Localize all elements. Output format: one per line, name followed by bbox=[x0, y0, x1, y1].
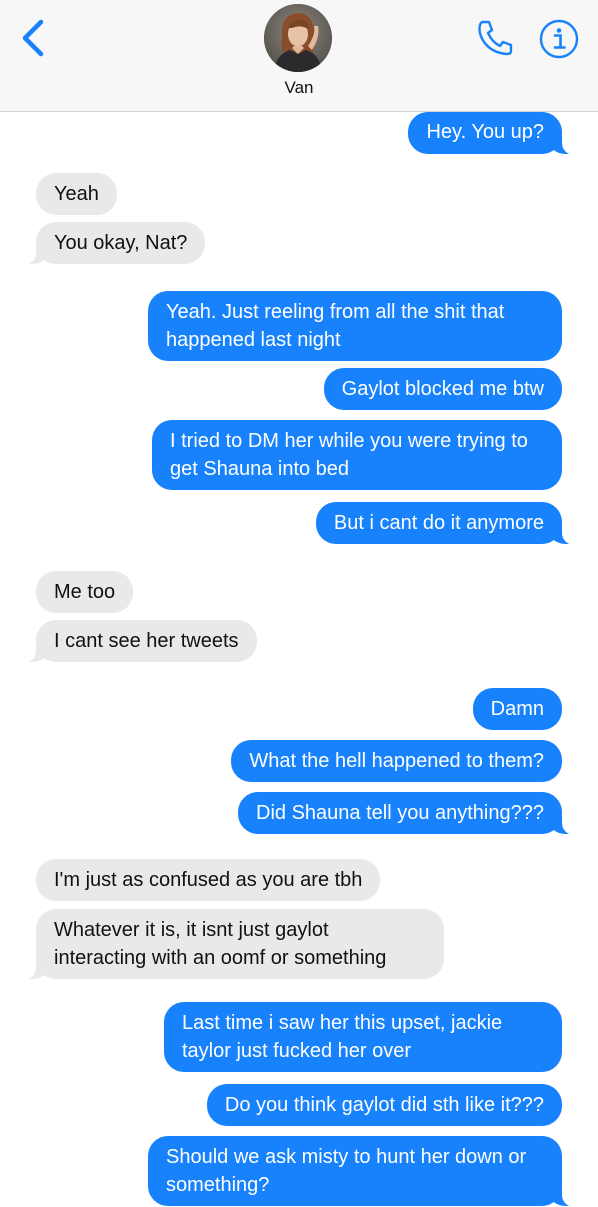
contact-avatar[interactable] bbox=[264, 4, 332, 72]
message-text: You okay, Nat? bbox=[54, 232, 188, 254]
info-button[interactable] bbox=[538, 18, 580, 60]
message-text: Damn bbox=[490, 698, 544, 720]
message-text: Hey. You up? bbox=[426, 121, 544, 143]
message-text: Last time i saw her this upset, jackie t… bbox=[182, 1012, 503, 1062]
received-message[interactable]: Whatever it is, it isnt just gaylot inte… bbox=[10, 909, 444, 980]
received-message[interactable]: I cant see her tweets bbox=[10, 620, 257, 663]
message-text: I'm just as confused as you are tbh bbox=[54, 869, 363, 891]
message-text: Gaylot blocked me btw bbox=[341, 378, 544, 400]
received-message[interactable]: You okay, Nat? bbox=[9, 222, 206, 265]
sent-message[interactable]: Did Shauna tell you anything??? bbox=[238, 792, 588, 835]
sent-message[interactable]: Gaylot blocked me btw bbox=[323, 368, 562, 410]
info-icon bbox=[539, 19, 579, 59]
sent-message[interactable]: Should we ask misty to hunt her down or … bbox=[148, 1136, 588, 1207]
avatar-photo bbox=[264, 4, 332, 72]
sent-message[interactable]: Do you think gaylot did sth like it??? bbox=[206, 1084, 562, 1126]
sent-message[interactable]: Yeah. Just reeling from all the shit tha… bbox=[148, 291, 562, 361]
contact-name[interactable]: Van bbox=[0, 78, 598, 98]
sent-message[interactable]: I tried to DM her while you were trying … bbox=[152, 420, 562, 490]
chevron-left-icon bbox=[22, 19, 44, 57]
message-text: I cant see her tweets bbox=[54, 630, 239, 652]
message-text: Yeah bbox=[54, 183, 99, 205]
received-message[interactable]: Me too bbox=[36, 571, 134, 613]
message-text: Whatever it is, it isnt just gaylot inte… bbox=[54, 919, 387, 969]
message-text: But i cant do it anymore bbox=[333, 512, 544, 534]
message-text: Do you think gaylot did sth like it??? bbox=[224, 1094, 544, 1116]
received-message[interactable]: Yeah bbox=[36, 173, 117, 215]
message-thread: Hey. You up? Yeah You okay, Nat? Yeah. J… bbox=[0, 0, 598, 1207]
sent-message[interactable]: But i cant do it anymore bbox=[315, 502, 589, 545]
message-text: Did Shauna tell you anything??? bbox=[256, 802, 544, 824]
message-text: Me too bbox=[54, 581, 116, 603]
phone-icon bbox=[478, 20, 513, 56]
received-message[interactable]: I'm just as confused as you are tbh bbox=[36, 859, 381, 901]
message-text: What the hell happened to them? bbox=[249, 750, 544, 772]
sent-message[interactable]: What the hell happened to them? bbox=[231, 740, 562, 782]
conversation-header: Van bbox=[0, 0, 598, 112]
back-button[interactable] bbox=[14, 18, 54, 58]
sent-message[interactable]: Hey. You up? bbox=[408, 112, 588, 155]
sent-message[interactable]: Damn bbox=[472, 688, 562, 730]
message-text: Should we ask misty to hunt her down or … bbox=[166, 1146, 527, 1196]
message-text: I tried to DM her while you were trying … bbox=[170, 430, 528, 480]
call-button[interactable] bbox=[474, 18, 518, 58]
sent-message[interactable]: Last time i saw her this upset, jackie t… bbox=[164, 1002, 562, 1072]
message-text: Yeah. Just reeling from all the shit tha… bbox=[166, 301, 505, 351]
